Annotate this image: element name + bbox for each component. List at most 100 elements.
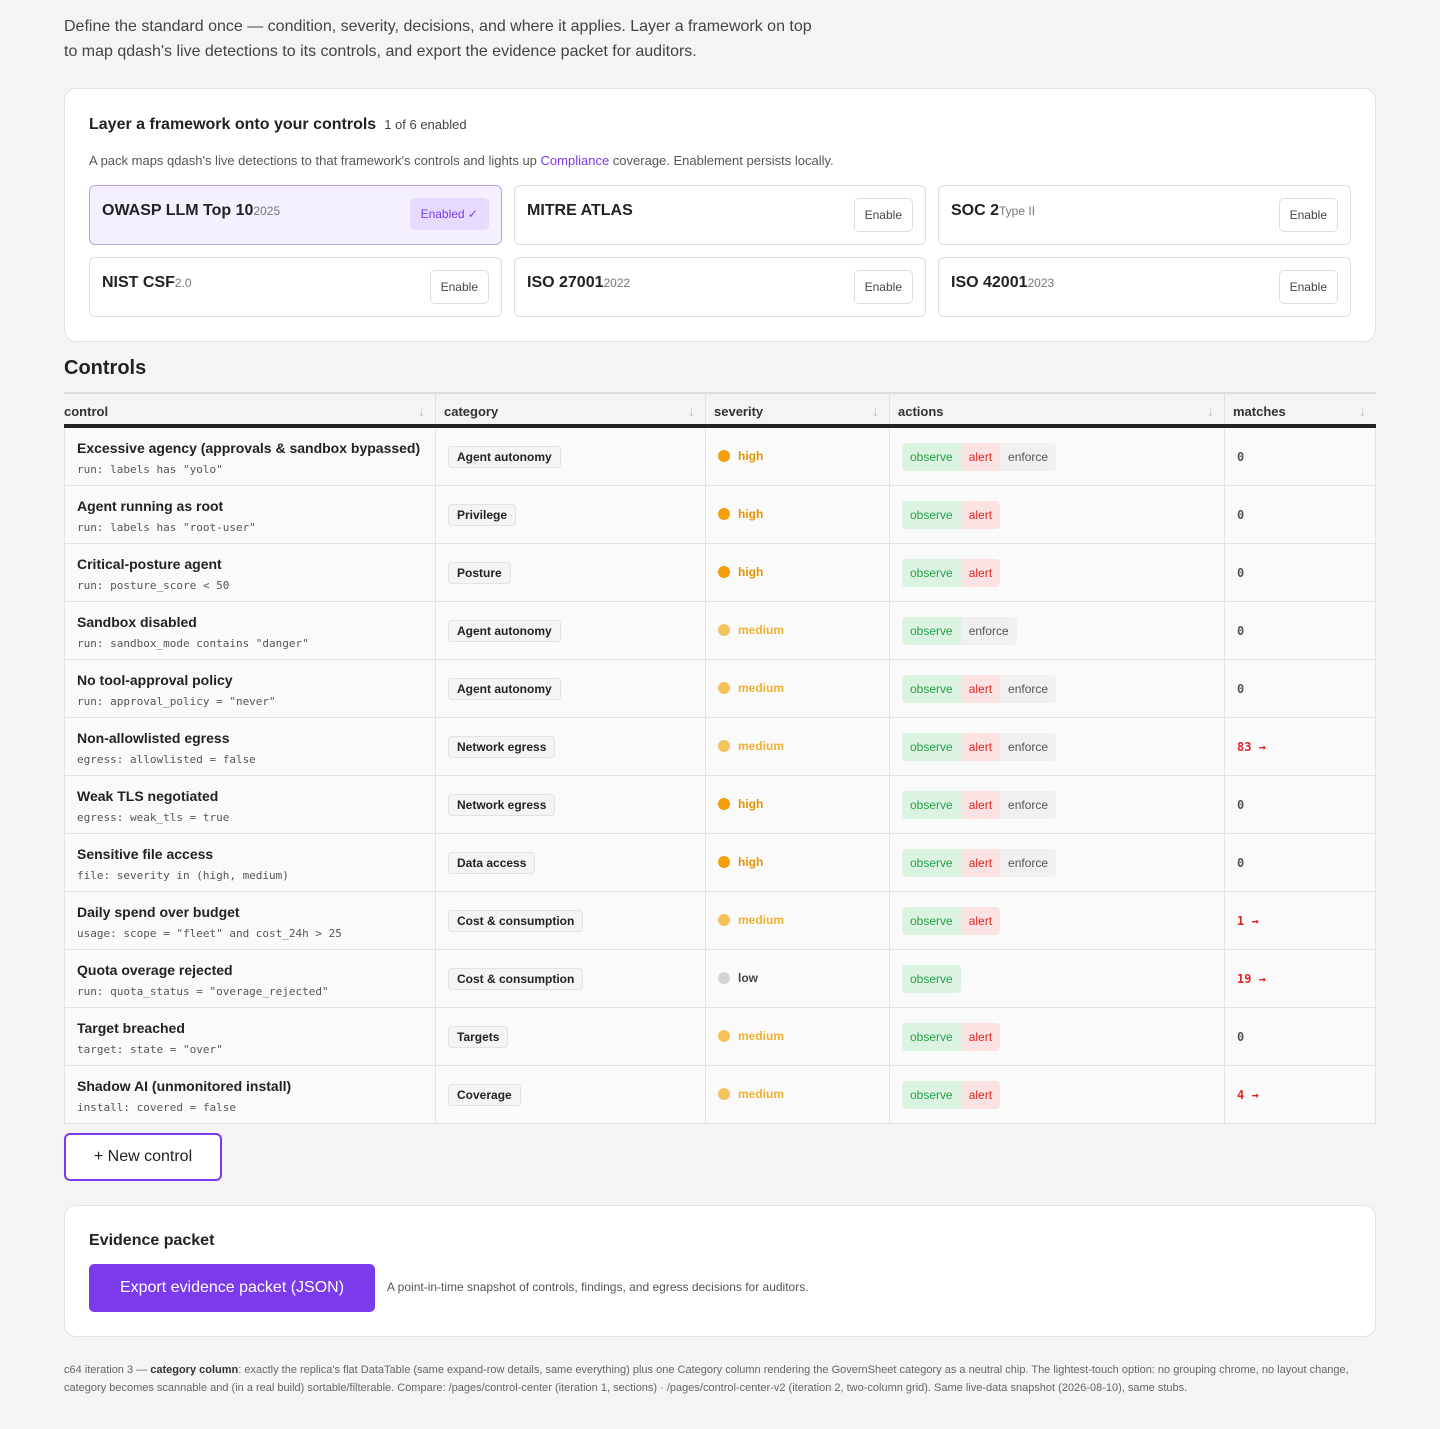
table-row[interactable]: Excessive agency (approvals & sandbox by… <box>64 428 1376 486</box>
severity-label: high <box>738 507 764 521</box>
action-alert[interactable]: alert <box>960 849 1001 877</box>
control-cell: Quota overage rejected run: quota_status … <box>64 950 435 1007</box>
enable-button[interactable]: Enable <box>429 270 489 304</box>
action-alert[interactable]: alert <box>960 733 1001 761</box>
column-header-matches[interactable]: matches ↓ <box>1224 394 1376 424</box>
control-cell: Agent running as root run: labels has "ro… <box>64 486 435 543</box>
control-cell: Target breached target: state = "over" <box>64 1008 435 1065</box>
action-observe[interactable]: observe <box>902 443 961 471</box>
actions-cell: observe enforce <box>889 602 1224 659</box>
arrow-down-icon[interactable]: ↓ <box>688 403 695 419</box>
page-intro: Define the standard once — condition, se… <box>64 14 844 64</box>
actions-cell: observe alert enforce <box>889 428 1224 485</box>
compliance-link[interactable]: Compliance <box>541 153 610 168</box>
action-alert[interactable]: alert <box>960 1081 1001 1109</box>
control-name: Daily spend over budget <box>77 904 240 920</box>
table-row[interactable]: Critical-posture agent run: posture_score… <box>64 544 1376 602</box>
framework-name: OWASP LLM Top 10 2025 <box>102 202 280 220</box>
severity-label: high <box>738 565 764 579</box>
matches-count[interactable]: 19 → <box>1237 972 1266 986</box>
matches-count: 0 <box>1237 624 1245 638</box>
action-observe[interactable]: observe <box>902 849 961 877</box>
action-observe[interactable]: observe <box>902 1081 961 1109</box>
control-rule: target: state = "over" <box>77 1043 223 1056</box>
arrow-down-icon[interactable]: ↓ <box>418 403 425 419</box>
action-observe[interactable]: observe <box>902 617 961 645</box>
severity-dot-icon <box>718 682 730 694</box>
table-row[interactable]: Daily spend over budget usage: scope = "f… <box>64 892 1376 950</box>
actions-cell: observe alert enforce <box>889 718 1224 775</box>
action-observe[interactable]: observe <box>902 791 961 819</box>
action-alert[interactable]: alert <box>960 443 1001 471</box>
control-cell: Weak TLS negotiated egress: weak_tls = tr… <box>64 776 435 833</box>
table-row[interactable]: Agent running as root run: labels has "ro… <box>64 486 1376 544</box>
table-row[interactable]: Shadow AI (unmonitored install) install: … <box>64 1066 1376 1124</box>
enabled-button[interactable]: Enabled ✓ <box>409 198 489 230</box>
action-observe[interactable]: observe <box>902 559 961 587</box>
action-observe[interactable]: observe <box>902 733 961 761</box>
table-row[interactable]: Target breached target: state = "over" Tar… <box>64 1008 1376 1066</box>
action-enforce[interactable]: enforce <box>960 617 1017 645</box>
action-alert[interactable]: alert <box>960 1023 1001 1051</box>
severity-label: medium <box>738 913 785 927</box>
action-observe[interactable]: observe <box>902 907 961 935</box>
table-row[interactable]: Non-allowlisted egress egress: allowliste… <box>64 718 1376 776</box>
action-observe[interactable]: observe <box>902 1023 961 1051</box>
action-alert[interactable]: alert <box>960 501 1001 529</box>
framework-title-text: ISO 42001 <box>951 274 1028 291</box>
severity-badge: high <box>718 855 763 869</box>
table-row[interactable]: Sensitive file access file: severity in (… <box>64 834 1376 892</box>
new-control-button[interactable]: + New control <box>64 1133 222 1181</box>
enable-button[interactable]: Enable <box>1278 270 1338 304</box>
enable-button[interactable]: Enable <box>853 198 913 232</box>
table-row[interactable]: Weak TLS negotiated egress: weak_tls = tr… <box>64 776 1376 834</box>
action-alert[interactable]: alert <box>960 675 1001 703</box>
action-observe[interactable]: observe <box>902 501 961 529</box>
severity-label: high <box>738 449 764 463</box>
action-alert[interactable]: alert <box>960 559 1001 587</box>
framework-header: Layer a framework onto your controls 1 o… <box>89 116 467 134</box>
footnote: c64 iteration 3 — category column: exact… <box>64 1361 1364 1397</box>
control-cell: No tool-approval policy run: approval_pol… <box>64 660 435 717</box>
action-alert[interactable]: alert <box>960 791 1001 819</box>
action-group: observe alert enforce <box>902 675 1057 703</box>
severity-cell: high <box>705 428 889 485</box>
matches-cell: 0 <box>1224 776 1376 833</box>
matches-count[interactable]: 4 → <box>1237 1088 1259 1102</box>
enable-button[interactable]: Enable <box>1278 198 1338 232</box>
action-enforce[interactable]: enforce <box>1000 791 1057 819</box>
export-evidence-button[interactable]: Export evidence packet (JSON) <box>89 1264 375 1312</box>
intro-line-2: to map qdash's live detections to its co… <box>64 43 697 60</box>
matches-count: 0 <box>1237 508 1245 522</box>
framework-name: SOC 2 Type II <box>951 202 1035 220</box>
column-header-severity[interactable]: severity ↓ <box>705 394 889 424</box>
table-body: Excessive agency (approvals & sandbox by… <box>64 428 1376 1124</box>
control-cell: Non-allowlisted egress egress: allowliste… <box>64 718 435 775</box>
control-name: Sensitive file access <box>77 846 214 862</box>
framework-title-text: SOC 2 <box>951 202 1000 219</box>
arrow-down-icon[interactable]: ↓ <box>872 403 879 419</box>
action-enforce[interactable]: enforce <box>1000 849 1057 877</box>
actions-cell: observe alert enforce <box>889 834 1224 891</box>
severity-dot-icon <box>718 624 730 636</box>
action-group: observe alert <box>902 559 1001 587</box>
arrow-down-icon[interactable]: ↓ <box>1359 403 1366 419</box>
table-row[interactable]: Sandbox disabled run: sandbox_mode contai… <box>64 602 1376 660</box>
action-enforce[interactable]: enforce <box>1000 443 1057 471</box>
column-header-actions[interactable]: actions ↓ <box>889 394 1224 424</box>
severity-cell: medium <box>705 602 889 659</box>
matches-count[interactable]: 83 → <box>1237 740 1266 754</box>
enable-button[interactable]: Enable <box>853 270 913 304</box>
column-header-control[interactable]: control ↓ <box>64 394 435 424</box>
action-enforce[interactable]: enforce <box>1000 733 1057 761</box>
column-header-category[interactable]: category ↓ <box>435 394 705 424</box>
table-row[interactable]: No tool-approval policy run: approval_pol… <box>64 660 1376 718</box>
action-group: observe <box>902 965 961 993</box>
action-alert[interactable]: alert <box>960 907 1001 935</box>
arrow-down-icon[interactable]: ↓ <box>1207 403 1214 419</box>
action-observe[interactable]: observe <box>902 675 961 703</box>
table-row[interactable]: Quota overage rejected run: quota_status … <box>64 950 1376 1008</box>
matches-count[interactable]: 1 → <box>1237 914 1259 928</box>
action-observe[interactable]: observe <box>902 965 961 993</box>
action-enforce[interactable]: enforce <box>1000 675 1057 703</box>
